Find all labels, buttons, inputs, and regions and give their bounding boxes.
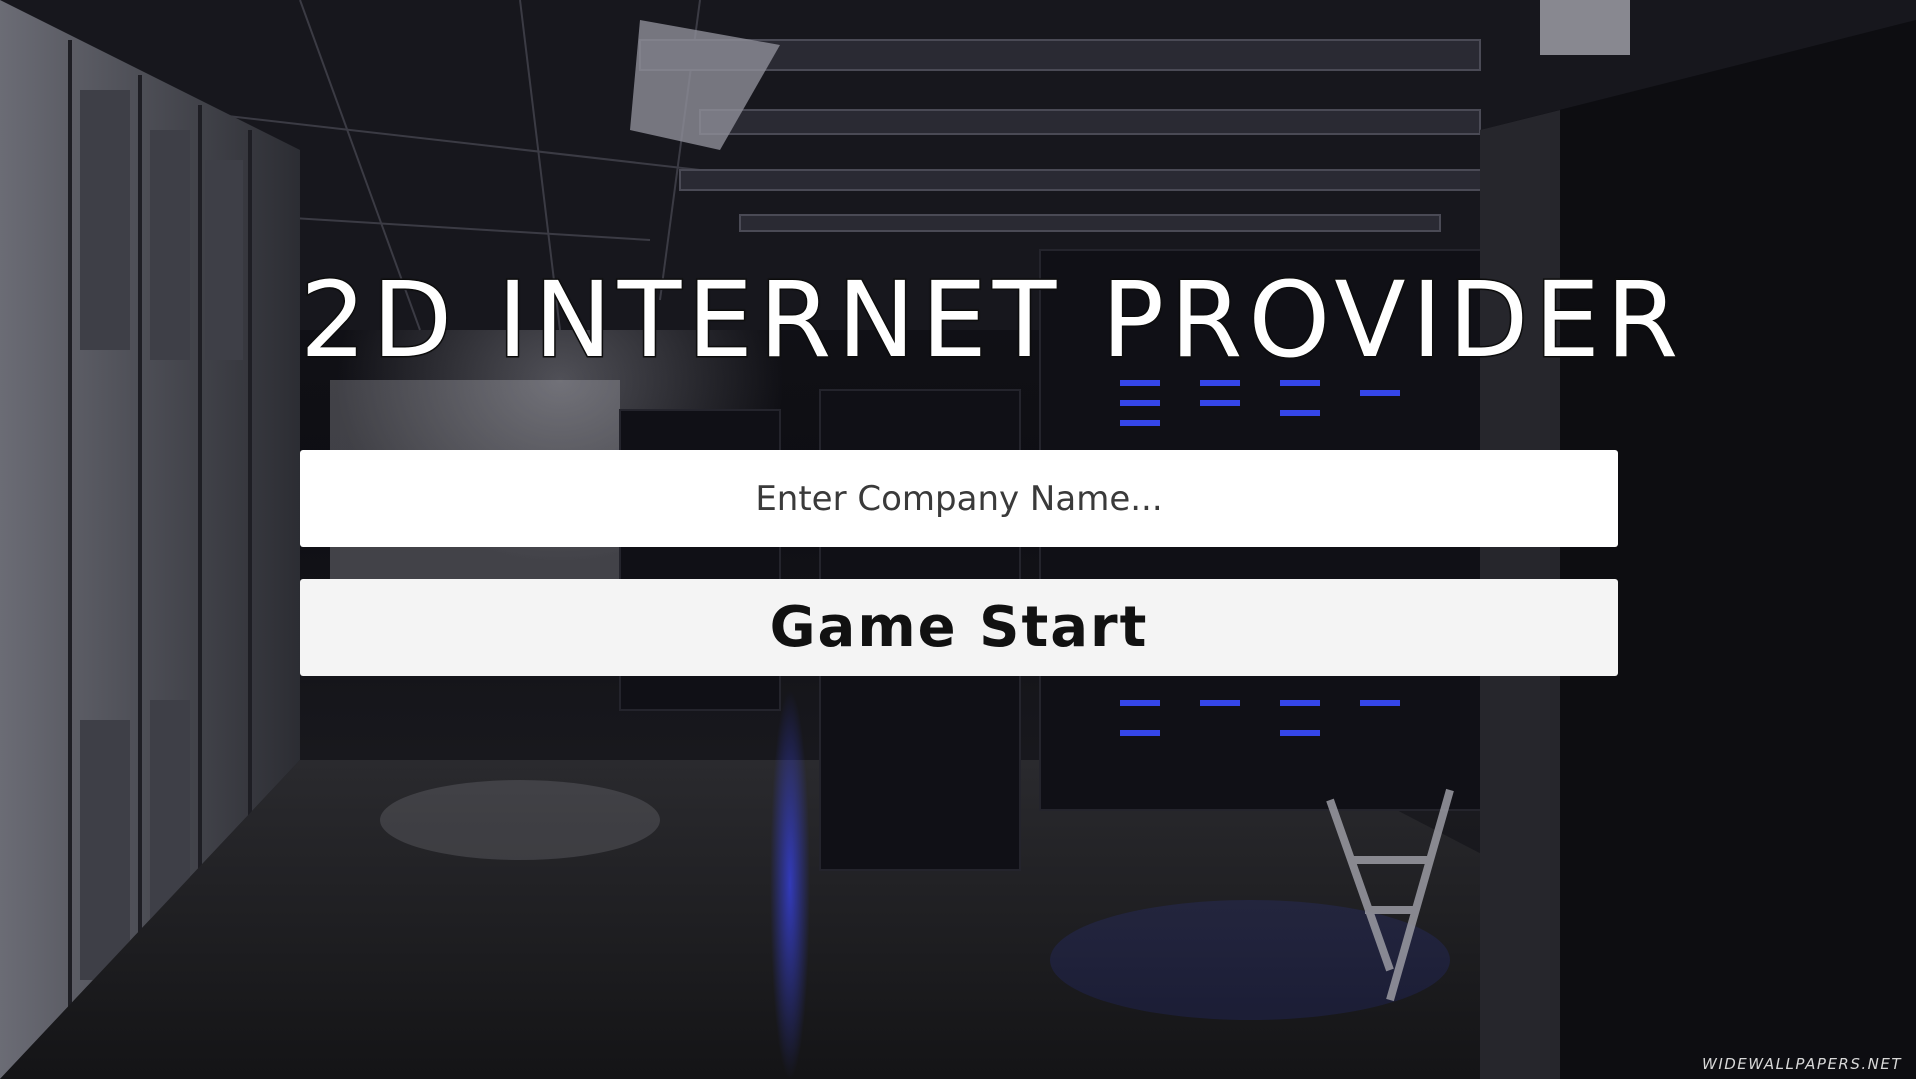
background-watermark: WIDEWALLPAPERS.NET: [1702, 1055, 1902, 1073]
game-start-button[interactable]: Game Start: [300, 579, 1618, 676]
company-name-input[interactable]: [300, 450, 1618, 547]
game-title: 2D INTERNET PROVIDER: [299, 259, 1685, 381]
title-screen: 2D INTERNET PROVIDER Game Start WIDEWALL…: [0, 0, 1916, 1079]
